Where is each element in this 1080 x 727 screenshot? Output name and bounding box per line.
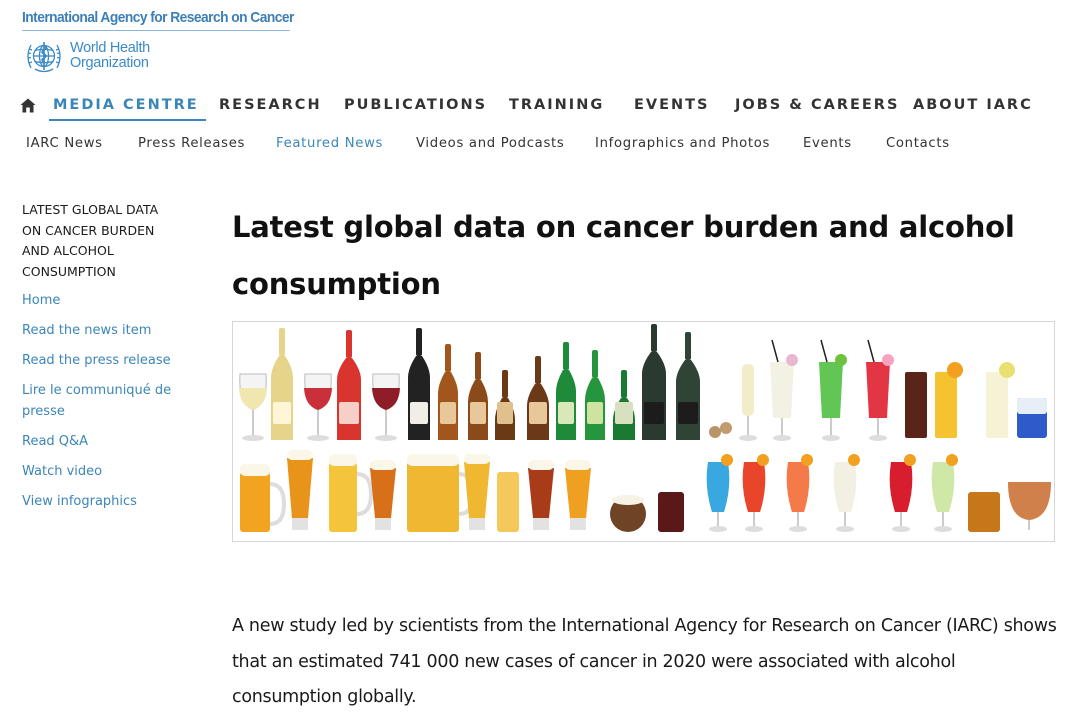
nav-events[interactable]: EVENTS [634,97,710,113]
article-body-paragraph: A new study led by scientists from the I… [232,616,1057,707]
subnav-contacts[interactable]: Contacts [886,136,950,151]
nav-jobs-careers[interactable]: JOBS & CAREERS [735,97,899,113]
sidebar-link-infographics[interactable]: View infographics [22,492,192,513]
sidebar-link-communique[interactable]: Lire le communiqué de presse [22,381,192,422]
iarc-agency-link[interactable]: International Agency for Research on Can… [22,9,294,26]
subnav-infographics-photos[interactable]: Infographics and Photos [595,136,770,151]
nav-publications[interactable]: PUBLICATIONS [344,97,487,113]
who-logo-line2: Organization [70,55,149,71]
article-hero-image [232,321,1055,542]
drinks-illustration [239,324,1051,532]
main-navigation: MEDIA CENTRE RESEARCH PUBLICATIONS TRAIN… [20,96,1060,124]
sidebar-heading: LATEST GLOBAL DATA ON CANCER BURDEN AND … [22,202,159,280]
article-title: Latest global data on cancer burden and … [232,210,1015,301]
subnav-videos-podcasts[interactable]: Videos and Podcasts [416,136,564,151]
sidebar-link-qa[interactable]: Read Q&A [22,432,192,453]
home-icon[interactable] [20,98,36,113]
who-logo-text: World Health Organization [70,41,150,71]
header-divider [22,30,290,31]
active-nav-underline [49,119,206,121]
nav-about-iarc[interactable]: ABOUT IARC [913,97,1033,113]
nav-training[interactable]: TRAINING [509,97,604,113]
nav-media-centre[interactable]: MEDIA CENTRE [53,97,199,113]
nav-research[interactable]: RESEARCH [219,97,322,113]
who-logo[interactable]: World Health Organization [22,37,150,75]
sidebar-links: Home Read the news item Read the press r… [22,291,192,522]
sidebar-link-home[interactable]: Home [22,291,192,312]
subnav-iarc-news[interactable]: IARC News [26,136,103,151]
sidebar-link-news-item[interactable]: Read the news item [22,321,192,342]
sidebar-link-video[interactable]: Watch video [22,462,192,483]
who-logo-line1: World Health [70,40,150,56]
subnav-press-releases[interactable]: Press Releases [138,136,245,151]
subnav-featured-news[interactable]: Featured News [276,136,383,151]
subnav-events[interactable]: Events [803,136,852,151]
who-emblem-icon [27,42,61,73]
sidebar-link-press-release[interactable]: Read the press release [22,351,192,372]
